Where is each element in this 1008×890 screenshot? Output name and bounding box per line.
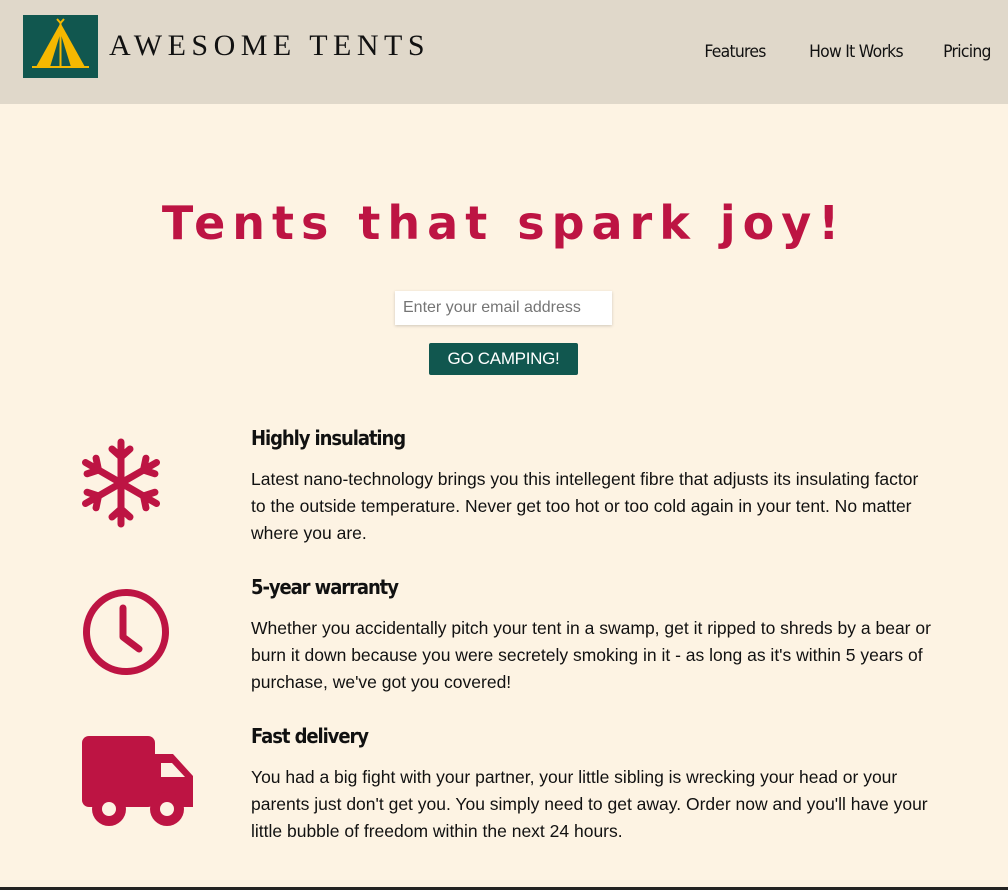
go-camping-button[interactable]: GO CAMPING! [429, 343, 578, 375]
truck-icon [81, 736, 195, 828]
hero-title: Tents that spark joy! [161, 196, 847, 250]
logo[interactable] [23, 15, 98, 78]
tent-icon [32, 18, 89, 68]
email-input[interactable] [395, 291, 612, 325]
feature-title: 5-year warranty [251, 575, 399, 599]
feature-title: Highly insulating [251, 426, 406, 450]
nav-link-how-it-works[interactable]: How It Works [810, 40, 904, 64]
nav-link-features[interactable]: Features [704, 40, 766, 64]
feature-text: Whether you accidentally pitch your tent… [251, 618, 931, 692]
feature-title: Fast delivery [251, 724, 369, 748]
snowflake-icon [80, 437, 162, 529]
site-header: AWESOME TENTS Features How It Works Pric… [0, 0, 1008, 104]
nav-link-pricing[interactable]: Pricing [943, 40, 991, 64]
brand-name[interactable]: AWESOME TENTS [109, 28, 430, 64]
feature-text: Latest nano-technology brings you this i… [251, 469, 919, 543]
main-nav: Features How It Works Pricing [663, 40, 992, 64]
feature-text: You had a big fight with your partner, y… [251, 767, 928, 841]
clock-icon [81, 587, 171, 677]
